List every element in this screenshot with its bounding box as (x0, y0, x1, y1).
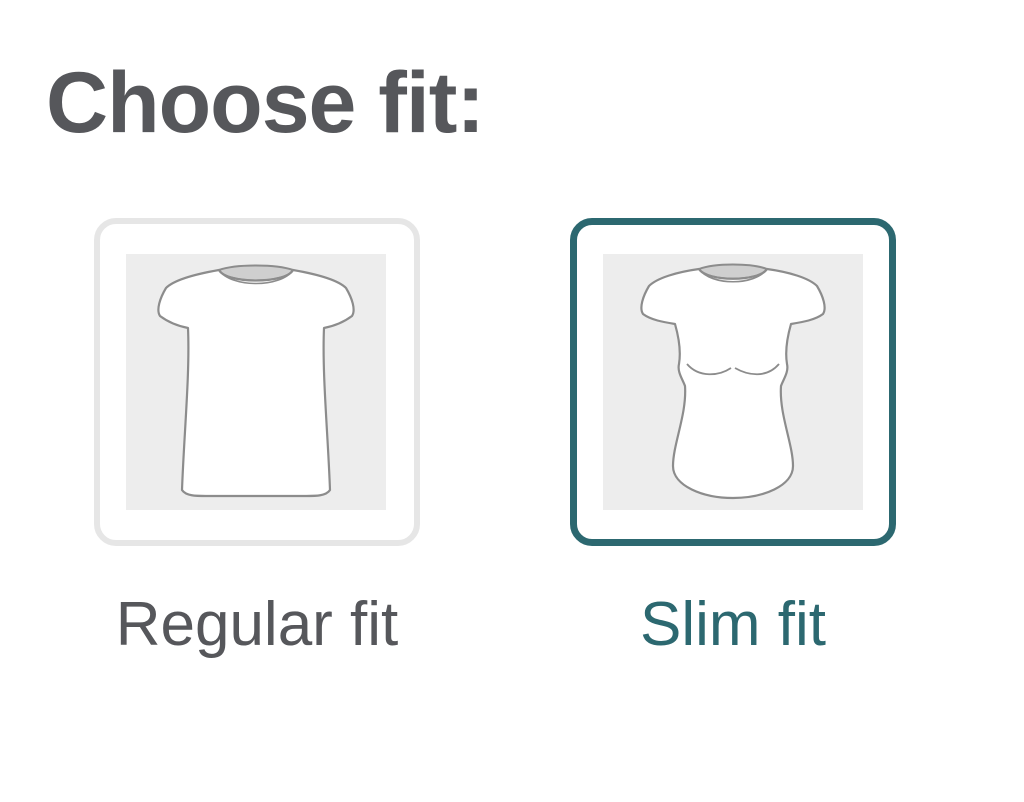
fit-selector-page: Choose fit: Regular fit Slim fit (0, 0, 1024, 802)
slim-fit-card[interactable] (570, 218, 896, 546)
regular-fit-tshirt-icon (126, 254, 386, 510)
slim-fit-label: Slim fit (640, 590, 826, 659)
slim-fit-option[interactable]: Slim fit (570, 218, 896, 659)
regular-fit-option[interactable]: Regular fit (94, 218, 420, 659)
page-title: Choose fit: (46, 55, 485, 151)
regular-fit-card[interactable] (94, 218, 420, 546)
regular-fit-label: Regular fit (115, 590, 399, 659)
slim-fit-tshirt-icon (603, 254, 863, 510)
